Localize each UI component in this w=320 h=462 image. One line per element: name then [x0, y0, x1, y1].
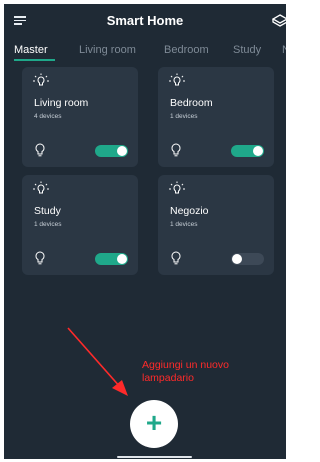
add-room-button[interactable]: + [130, 400, 178, 448]
home-indicator [117, 456, 192, 458]
room-name: Bedroom [170, 97, 213, 109]
device-count: 1 devices [34, 221, 62, 228]
room-card-bedroom[interactable]: Bedroom 1 devices [158, 67, 274, 167]
room-name: Study [34, 205, 61, 217]
device-count: 4 devices [34, 113, 62, 120]
app-header: Smart Home [4, 4, 286, 38]
tab-bedroom[interactable]: Bedroom [164, 44, 209, 56]
toggle-knob [232, 254, 242, 264]
light-bulb-icon [169, 73, 185, 86]
room-tabs: Master Living room Bedroom Study N [4, 38, 286, 66]
room-name: Living room [34, 97, 89, 109]
light-toggle[interactable] [231, 253, 264, 265]
tab-master[interactable]: Master [14, 44, 48, 56]
room-card-living-room[interactable]: Living room 4 devices [22, 67, 138, 167]
light-bulb-icon [171, 251, 181, 265]
light-bulb-icon [169, 181, 185, 194]
tab-negozio[interactable]: N [282, 44, 286, 56]
light-toggle[interactable] [231, 145, 264, 157]
toggle-knob [117, 254, 127, 264]
light-bulb-icon [33, 73, 49, 86]
annotation-line-1: Aggiungi un nuovo [142, 359, 229, 371]
active-tab-indicator [14, 59, 55, 61]
light-bulb-icon [33, 181, 49, 194]
device-count: 1 devices [170, 113, 198, 120]
tab-study[interactable]: Study [233, 44, 261, 56]
light-toggle[interactable] [95, 145, 128, 157]
annotation-line-2: lampadario [142, 372, 194, 384]
room-card-negozio[interactable]: Negozio 1 devices [158, 175, 274, 275]
light-toggle[interactable] [95, 253, 128, 265]
app-screen: Smart Home Master Living room Bedroom St… [4, 4, 286, 459]
toggle-knob [117, 146, 127, 156]
page-title: Smart Home [106, 13, 184, 28]
light-bulb-icon [171, 143, 181, 157]
cube-icon[interactable] [272, 13, 286, 29]
device-count: 1 devices [170, 221, 198, 228]
room-card-study[interactable]: Study 1 devices [22, 175, 138, 275]
annotation-text: Aggiungi un nuovo lampadario [142, 359, 272, 385]
light-bulb-icon [35, 251, 45, 265]
tab-living-room[interactable]: Living room [79, 44, 136, 56]
room-name: Negozio [170, 205, 209, 217]
toggle-knob [253, 146, 263, 156]
light-bulb-icon [35, 143, 45, 157]
